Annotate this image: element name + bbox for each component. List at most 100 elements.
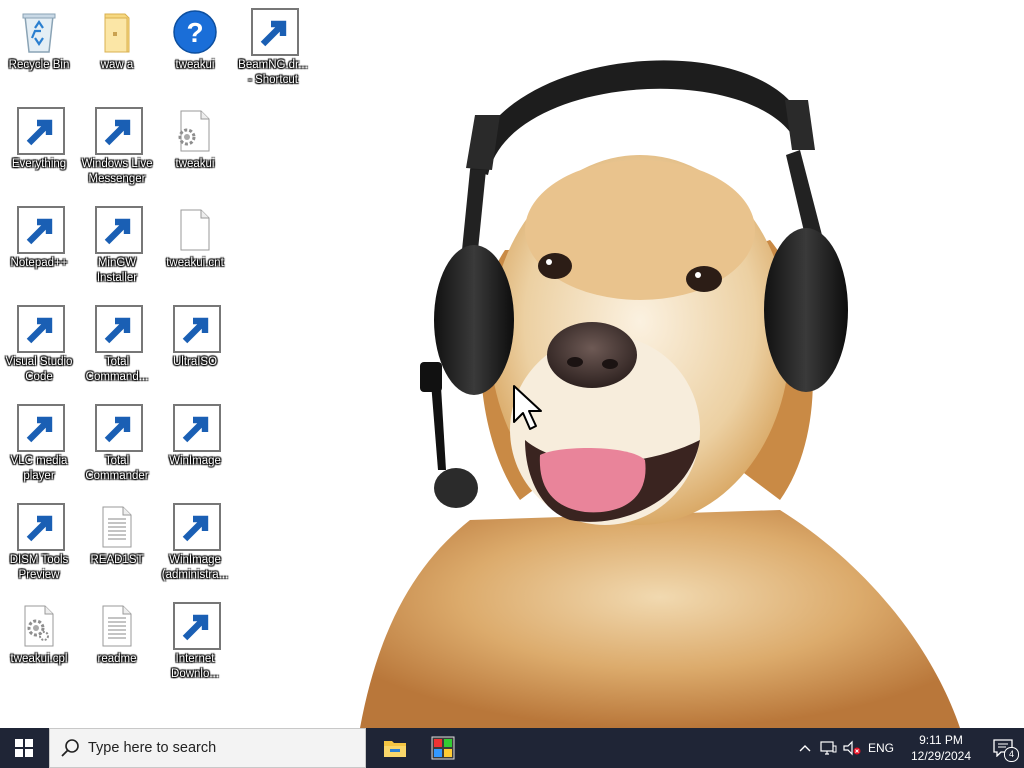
shortcut-arrow-icon — [95, 404, 143, 452]
icon-label: tweakui — [175, 158, 215, 170]
desktop-icon-mingw-installer[interactable]: MinGW Installer — [79, 204, 155, 286]
shortcut-arrow-icon — [17, 305, 65, 353]
action-center-button[interactable]: 4 — [984, 728, 1024, 768]
shortcut-arrow-icon — [173, 305, 221, 353]
desktop-icon-everything[interactable]: Everything — [1, 105, 77, 172]
icon-label: Total Command... — [85, 356, 149, 383]
network-button[interactable] — [816, 728, 840, 768]
text-file-icon — [93, 503, 141, 551]
desktop-icon-readme[interactable]: readme — [79, 600, 155, 667]
icon-label: readme — [97, 653, 137, 665]
control-panel-file-icon — [15, 602, 63, 650]
desktop-icon-dism-tools[interactable]: DISM Tools Preview — [1, 501, 77, 583]
icon-label: Everything — [11, 158, 67, 170]
recycle-bin-icon — [15, 8, 63, 56]
folder-icon — [93, 8, 141, 56]
icon-label: tweakui.cpl — [10, 653, 68, 665]
input-language-button[interactable]: ENG — [864, 728, 898, 768]
notification-count-badge: 4 — [1004, 747, 1019, 762]
icon-label: tweakui — [175, 59, 215, 71]
desktop-icon-read1st[interactable]: READ1ST — [79, 501, 155, 568]
beamng-icon — [249, 8, 299, 56]
icon-label: MinGW Installer — [96, 257, 138, 284]
ultraiso-icon — [171, 305, 221, 353]
desktop-icon-tweakui-cpl[interactable]: tweakui.cpl — [1, 600, 77, 667]
vlc-icon — [15, 404, 65, 452]
total-commander-64-icon: 64 — [93, 305, 143, 353]
desktop-icon-winimage-admin[interactable]: WinImage (administra... — [157, 501, 233, 583]
shortcut-arrow-icon — [95, 107, 143, 155]
shortcut-arrow-icon — [17, 107, 65, 155]
clock: 9:11 PM 12/29/2024 — [911, 732, 971, 764]
desktop-icon-tweakui-help[interactable]: ? tweakui — [157, 6, 233, 73]
volume-muted-icon — [843, 740, 861, 756]
language-indicator: ENG — [867, 741, 894, 755]
start-button[interactable] — [0, 728, 48, 768]
svg-text:?: ? — [186, 17, 203, 48]
everything-search-icon — [15, 107, 65, 155]
vscode-icon — [15, 305, 65, 353]
shortcut-arrow-icon — [173, 503, 221, 551]
winimage-admin-icon — [171, 503, 221, 551]
icon-label: Visual Studio Code — [5, 356, 73, 383]
settings-file-icon — [171, 107, 219, 155]
desktop-icon-vlc[interactable]: VLC media player — [1, 402, 77, 484]
icon-label: waw a — [100, 59, 134, 71]
desktop-icon-internet-download-manager[interactable]: Internet Downlo... — [157, 600, 233, 682]
winimage-icon — [171, 404, 221, 452]
mingw-installer-icon — [93, 206, 143, 254]
taskbar: Type here to search ENG 9:11 PM 12/29/20… — [0, 728, 1024, 768]
colorful-app-icon — [431, 736, 455, 760]
desktop-icon-notepad-plus-plus[interactable]: Notepad++ — [1, 204, 77, 271]
desktop[interactable]: Recycle Bin waw a ? tweakui BeamNG.dr...… — [0, 0, 1024, 728]
desktop-icon-beamng-shortcut[interactable]: BeamNG.dr... - Shortcut — [235, 6, 311, 88]
icon-label: DISM Tools Preview — [9, 554, 69, 581]
clock-date: 12/29/2024 — [910, 749, 972, 763]
desktop-icon-waw-a[interactable]: waw a — [79, 6, 155, 73]
search-placeholder: Type here to search — [88, 740, 217, 756]
text-file-icon — [93, 602, 141, 650]
shortcut-arrow-icon — [17, 404, 65, 452]
shortcut-arrow-icon — [251, 8, 299, 56]
clock-button[interactable]: 9:11 PM 12/29/2024 — [898, 728, 984, 768]
mouse-cursor-icon — [513, 385, 542, 430]
notepad-plus-plus-icon — [15, 206, 65, 254]
icon-label: Total Commander — [85, 455, 149, 482]
show-hidden-icons-button[interactable] — [794, 728, 816, 768]
desktop-icon-tweakui-cnt[interactable]: tweakui.cnt — [157, 204, 233, 271]
desktop-icon-visual-studio-code[interactable]: Visual Studio Code — [1, 303, 77, 385]
icon-label: Recycle Bin — [8, 59, 70, 71]
system-tray: ENG 9:11 PM 12/29/2024 4 — [794, 728, 1024, 768]
volume-button[interactable] — [840, 728, 864, 768]
taskbar-pinned-app-button[interactable] — [419, 728, 467, 768]
icon-label: UltraISO — [172, 356, 218, 368]
total-commander-icon — [93, 404, 143, 452]
clock-time: 9:11 PM — [919, 733, 963, 747]
windows-logo-icon — [15, 739, 33, 757]
icon-label: WinImage — [169, 455, 221, 467]
desktop-icon-winimage[interactable]: WinImage — [157, 402, 233, 469]
icon-label: Windows Live Messenger — [81, 158, 153, 185]
desktop-icon-windows-live-messenger[interactable]: Windows Live Messenger — [79, 105, 155, 187]
taskbar-file-explorer-button[interactable] — [371, 728, 419, 768]
messenger-icon — [93, 107, 143, 155]
icon-label: tweakui.cnt — [166, 257, 224, 269]
shortcut-arrow-icon — [173, 602, 221, 650]
blank-file-icon — [171, 206, 219, 254]
desktop-icon-total-commander-64[interactable]: 64 Total Command... — [79, 303, 155, 385]
help-icon: ? — [171, 8, 219, 56]
taskbar-search-box[interactable]: Type here to search — [49, 728, 366, 768]
chevron-up-icon — [799, 745, 811, 752]
idm-icon — [171, 602, 221, 650]
network-icon — [820, 741, 837, 755]
dism-tools-icon — [15, 503, 65, 551]
search-icon — [61, 739, 79, 757]
icon-label: READ1ST — [90, 554, 144, 566]
desktop-icon-ultraiso[interactable]: UltraISO — [157, 303, 233, 370]
desktop-icon-total-commander[interactable]: Total Commander — [79, 402, 155, 484]
icon-label: VLC media player — [10, 455, 68, 482]
desktop-icon-tweakui-file[interactable]: tweakui — [157, 105, 233, 172]
desktop-icon-recycle-bin[interactable]: Recycle Bin — [1, 6, 77, 73]
shortcut-arrow-icon — [17, 503, 65, 551]
icon-label: Internet Downlo... — [171, 653, 219, 680]
